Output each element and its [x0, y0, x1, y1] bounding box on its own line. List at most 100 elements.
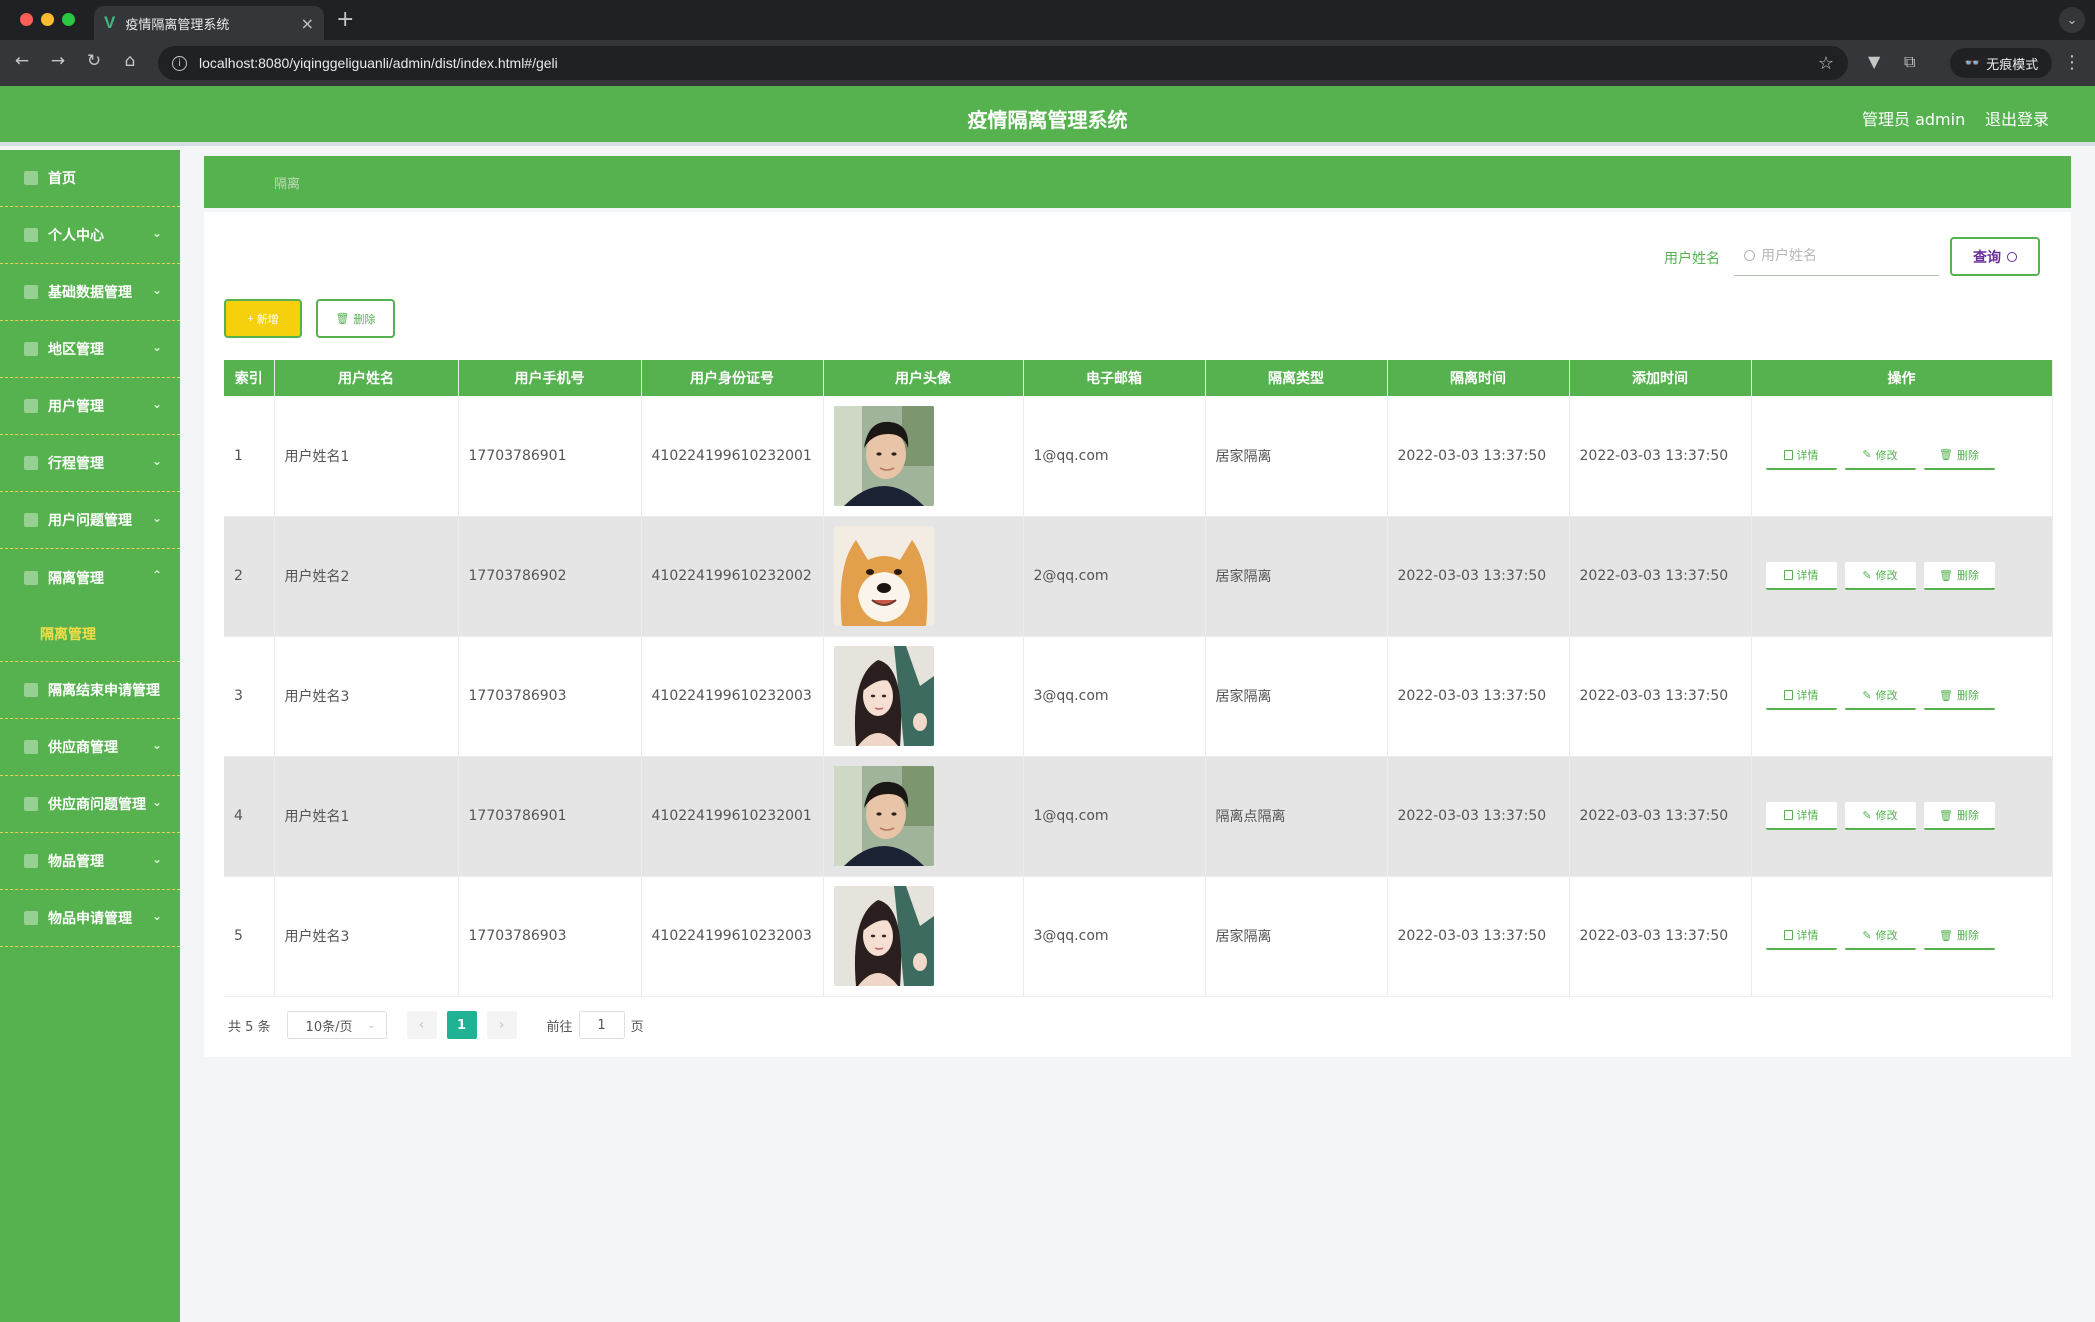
detail-button[interactable]: 详情 [1765, 682, 1837, 710]
cell-index: 2 [224, 516, 275, 637]
sidebar-item-goods-requests[interactable]: 物品申请管理 ⌄ [0, 890, 180, 947]
content-panel: 用户姓名 查询 + 新增 🗑 删除 索引 用户姓名 用户手机号 用户身份证号 用… [204, 212, 2071, 1057]
search-input[interactable] [1761, 247, 1931, 264]
goto-page-input[interactable] [578, 1011, 625, 1039]
avatar[interactable] [833, 886, 934, 986]
pencil-icon: ✎ [1862, 929, 1872, 942]
cell-email: 1@qq.com [1023, 396, 1206, 517]
delete-button[interactable]: 🗑 删除 [1923, 562, 1995, 590]
document-icon [1783, 930, 1793, 940]
delete-button[interactable]: 🗑 删除 [1923, 682, 1995, 710]
column-header-email: 电子邮箱 [1023, 360, 1206, 396]
document-icon [1783, 449, 1793, 460]
cell-index: 3 [224, 636, 275, 757]
sidebar-item-isolation[interactable]: 隔离管理 ⌃ [0, 549, 180, 606]
edit-button[interactable]: ✎ 修改 [1844, 802, 1916, 830]
browser-tab-bar: V 疫情隔离管理系统 × + ⌄ [0, 0, 2095, 40]
bulk-delete-button[interactable]: 🗑 删除 [316, 299, 395, 338]
sidebar-item-suppliers[interactable]: 供应商管理 ⌄ [0, 719, 180, 776]
edit-button[interactable]: ✎ 修改 [1844, 441, 1916, 470]
site-info-icon[interactable]: i [172, 55, 187, 71]
cell-name: 用户姓名1 [274, 756, 459, 877]
delete-label: 删除 [1956, 570, 1979, 582]
avatar[interactable] [833, 405, 934, 506]
app-header: 疫情隔离管理系统 管理员 admin 退出登录 [0, 86, 2095, 146]
search-field[interactable] [1734, 236, 1939, 276]
detail-button[interactable]: 详情 [1765, 922, 1837, 950]
sidebar-item-home[interactable]: 首页 [0, 150, 180, 207]
prev-page-button[interactable]: ‹ [406, 1011, 437, 1039]
next-page-button[interactable]: › [486, 1011, 517, 1039]
address-bar[interactable]: i localhost:8080/yiqinggeliguanli/admin/… [158, 46, 1848, 80]
cell-phone: 17703786903 [458, 636, 642, 757]
delete-button[interactable]: 🗑 删除 [1923, 441, 1995, 470]
edit-button[interactable]: ✎ 修改 [1844, 562, 1916, 590]
forward-icon[interactable]: → [46, 51, 70, 71]
cell-operations: 详情 ✎ 修改 🗑 删除 [1751, 396, 2053, 517]
sidebar-item-label: 隔离结束申请管理 [48, 683, 160, 699]
cell-name: 用户姓名3 [274, 636, 459, 757]
sidebar-item-itinerary[interactable]: 行程管理 ⌄ [0, 435, 180, 492]
reload-icon[interactable]: ↻ [82, 51, 106, 71]
cell-type: 居家隔离 [1205, 396, 1388, 517]
pencil-icon: ✎ [1862, 569, 1872, 582]
browser-tab-active[interactable]: V 疫情隔离管理系统 × [94, 6, 324, 40]
breadcrumb-current[interactable]: 隔离 [274, 173, 300, 192]
browser-menu-icon[interactable]: ⋮ [2063, 52, 2081, 73]
vue-devtools-icon[interactable]: ▼ [1868, 52, 1880, 71]
sidebar-item-goods[interactable]: 物品管理 ⌄ [0, 833, 180, 890]
detail-button[interactable]: 详情 [1765, 441, 1837, 470]
back-icon[interactable]: ← [10, 51, 34, 71]
sidebar-item-users[interactable]: 用户管理 ⌄ [0, 378, 180, 435]
sidebar-item-isolation-end[interactable]: 隔离结束申请管理 [0, 662, 180, 719]
avatar[interactable] [833, 526, 934, 626]
new-tab-icon[interactable]: + [336, 7, 354, 32]
column-header-add-time: 添加时间 [1569, 360, 1752, 396]
delete-button[interactable]: 🗑 删除 [1923, 802, 1995, 830]
add-button[interactable]: + 新增 [224, 299, 302, 338]
home-icon[interactable]: ⌂ [118, 51, 142, 71]
sidebar-item-user-issues[interactable]: 用户问题管理 ⌄ [0, 492, 180, 549]
detail-button[interactable]: 详情 [1765, 802, 1837, 830]
tab-close-icon[interactable]: × [301, 14, 314, 33]
users-icon [24, 399, 38, 413]
trash-icon: 🗑 [1939, 689, 1953, 702]
cell-email: 1@qq.com [1023, 756, 1206, 877]
sidebar-item-basic-data[interactable]: 基础数据管理 ⌄ [0, 264, 180, 321]
delete-button[interactable]: 🗑 删除 [1923, 922, 1995, 950]
sidebar-subitem-isolation[interactable]: 隔离管理 [0, 606, 180, 662]
document-icon [1783, 810, 1793, 820]
breadcrumb: 隔离 [204, 156, 2071, 208]
logout-link[interactable]: 退出登录 [1985, 106, 2049, 130]
cell-isolation-time: 2022-03-03 13:37:50 [1387, 876, 1570, 997]
avatar[interactable] [833, 646, 934, 746]
address-url[interactable]: localhost:8080/yiqinggeliguanli/admin/di… [199, 55, 1818, 71]
sidebar-item-label: 地区管理 [48, 342, 104, 358]
cell-phone: 17703786901 [458, 756, 642, 877]
detail-button[interactable]: 详情 [1765, 562, 1837, 590]
sidebar-item-label: 物品管理 [48, 854, 104, 870]
avatar[interactable] [833, 766, 934, 866]
sidebar-item-personal-center[interactable]: 个人中心 ⌄ [0, 207, 180, 264]
cell-operations: 详情 ✎ 修改 🗑 删除 [1751, 516, 2053, 637]
document-icon [1783, 690, 1793, 700]
bookmark-star-icon[interactable]: ☆ [1818, 53, 1834, 74]
minimize-window-button[interactable] [41, 13, 54, 26]
sidebar-item-label: 用户管理 [48, 399, 104, 415]
tab-search-icon[interactable]: ⌄ [2059, 7, 2085, 33]
home-icon [24, 171, 38, 185]
trash-icon: 🗑 [1939, 569, 1953, 582]
sidebar-item-region[interactable]: 地区管理 ⌄ [0, 321, 180, 378]
page-number-current[interactable]: 1 [446, 1011, 477, 1039]
isolation-table: 索引 用户姓名 用户手机号 用户身份证号 用户头像 电子邮箱 隔离类型 隔离时间… [224, 360, 2053, 997]
extensions-icon[interactable]: ⧉ [1904, 52, 1915, 72]
edit-button[interactable]: ✎ 修改 [1844, 922, 1916, 950]
edit-button[interactable]: ✎ 修改 [1844, 682, 1916, 710]
maximize-window-button[interactable] [62, 13, 75, 26]
sidebar-item-supplier-issues[interactable]: 供应商问题管理 ⌄ [0, 776, 180, 833]
incognito-indicator[interactable]: 👓 无痕模式 [1950, 48, 2053, 78]
query-button[interactable]: 查询 [1950, 237, 2040, 276]
close-window-button[interactable] [20, 13, 33, 26]
sidebar-item-label: 供应商问题管理 [48, 797, 146, 813]
page-size-select[interactable]: 10条/页 ⌄ [286, 1011, 387, 1039]
